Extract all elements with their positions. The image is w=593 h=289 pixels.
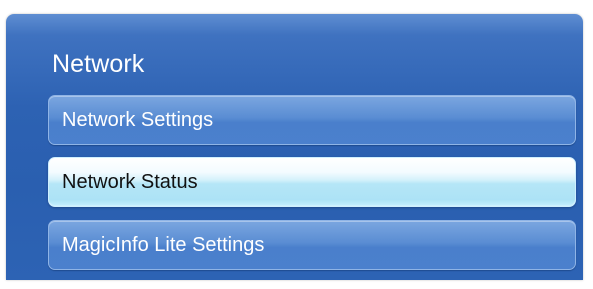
menu-item-network-settings[interactable]: Network Settings: [48, 95, 576, 145]
network-menu-panel: Network Network Settings Network Status …: [6, 14, 583, 280]
menu-item-label: MagicInfo Lite Settings: [62, 233, 265, 256]
menu-title: Network: [52, 50, 145, 78]
menu-item-label: Network Settings: [62, 108, 214, 131]
menu-item-network-status[interactable]: Network Status: [48, 157, 576, 207]
menu-item-label: Network Status: [62, 170, 198, 193]
menu-item-magicinfo-lite-settings[interactable]: MagicInfo Lite Settings: [48, 220, 576, 270]
